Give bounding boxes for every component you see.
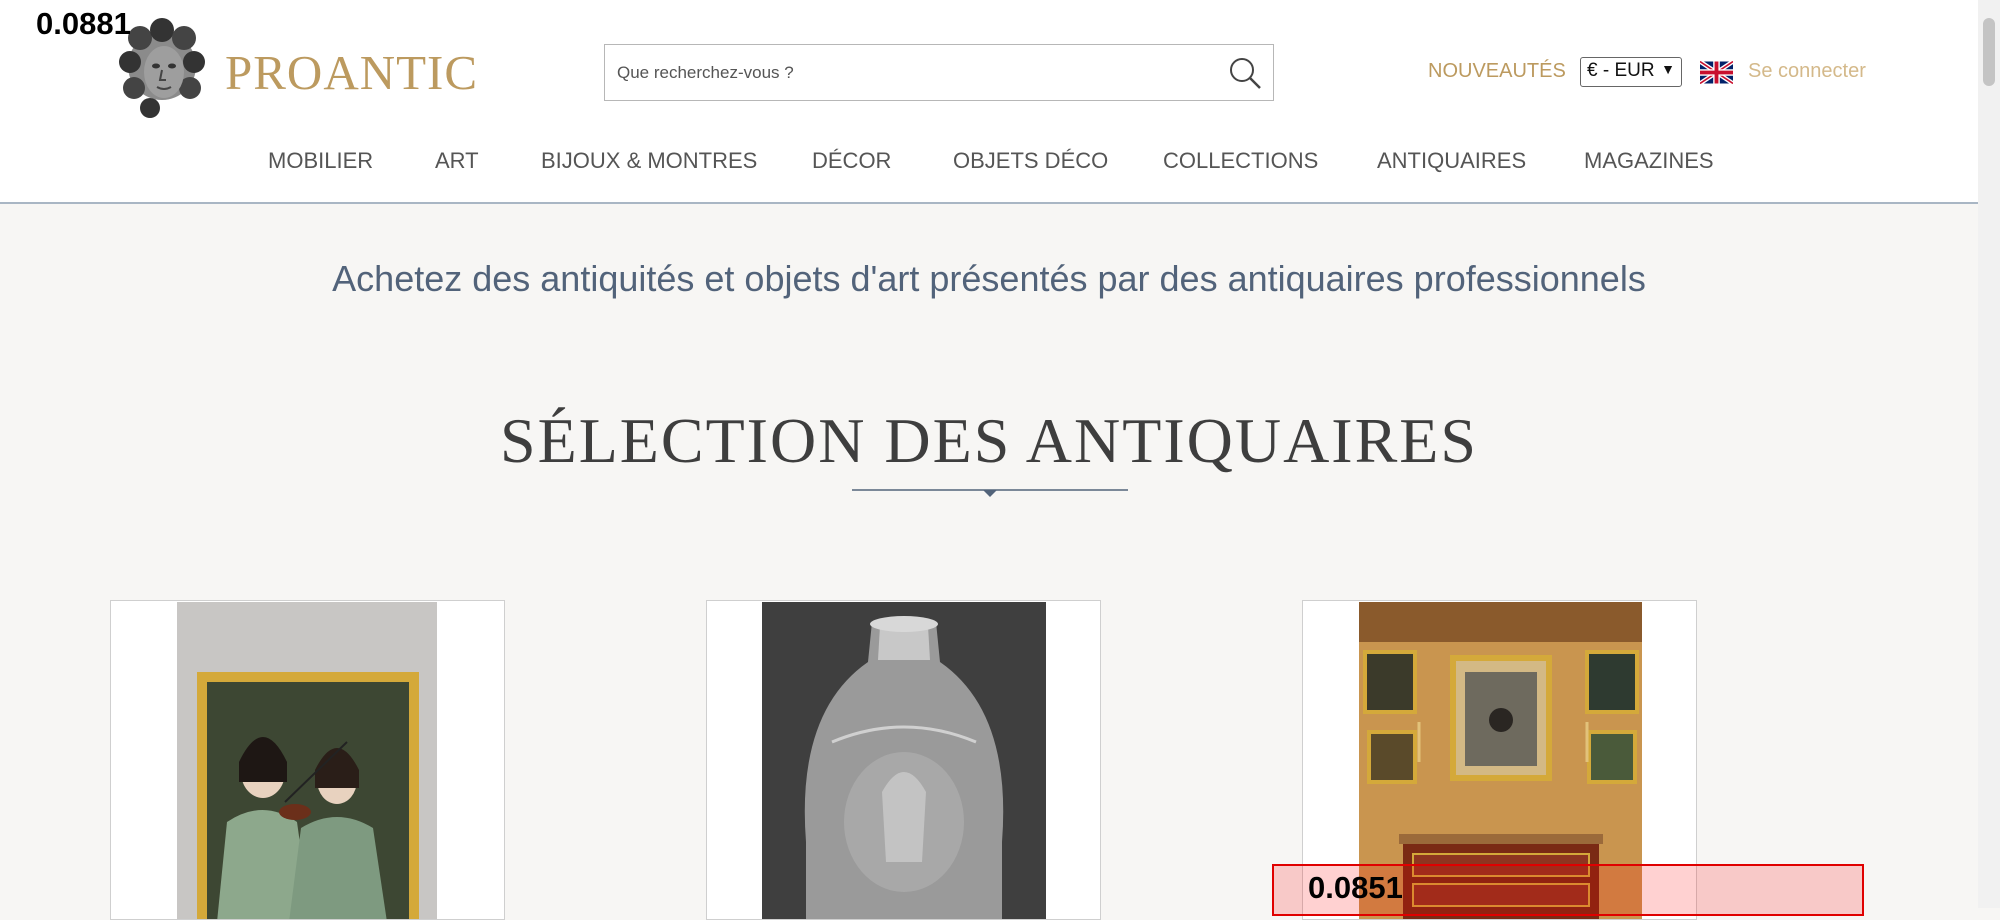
product-card-vase[interactable] <box>706 600 1101 920</box>
main-nav: MOBILIER ART BIJOUX & MONTRES DÉCOR OBJE… <box>0 148 1978 178</box>
nav-item-magazines[interactable]: MAGAZINES <box>1584 148 1714 174</box>
page-tagline: Achetez des antiquités et objets d'art p… <box>332 258 1646 299</box>
scrollbar-thumb[interactable] <box>1983 18 1995 86</box>
uk-flag-icon[interactable] <box>1700 60 1733 85</box>
search-input[interactable] <box>615 45 1179 101</box>
site-logo-text[interactable]: PROANTIC <box>225 44 478 101</box>
vase-image[interactable] <box>762 602 1046 920</box>
search-box <box>604 44 1274 101</box>
login-link[interactable]: Se connecter <box>1748 60 1866 83</box>
score-label-bottom: 0.0851 <box>1308 870 1403 905</box>
product-card-painting[interactable] <box>110 600 505 920</box>
score-label-top: 0.0881 <box>36 6 131 41</box>
section-title: SÉLECTION DES ANTIQUAIRES <box>500 405 1478 476</box>
chevron-down-icon: ▼ <box>1661 61 1675 77</box>
nav-item-objets-deco[interactable]: OBJETS DÉCO <box>953 148 1108 174</box>
nav-item-bijoux-montres[interactable]: BIJOUX & MONTRES <box>541 148 757 174</box>
painting-image[interactable] <box>177 602 437 920</box>
nav-item-antiquaires[interactable]: ANTIQUAIRES <box>1377 148 1526 174</box>
currency-select[interactable]: € - EUR ▼ <box>1580 57 1682 87</box>
nav-item-decor[interactable]: DÉCOR <box>812 148 891 174</box>
score-highlight-box: 0.0851 <box>1272 864 1864 916</box>
nav-item-collections[interactable]: COLLECTIONS <box>1163 148 1318 174</box>
nav-item-mobilier[interactable]: MOBILIER <box>268 148 373 174</box>
currency-value: € - EUR <box>1587 60 1655 81</box>
page-scrollbar[interactable] <box>1978 0 2000 908</box>
nouveautes-link[interactable]: NOUVEAUTÉS <box>1428 60 1566 83</box>
search-icon[interactable] <box>1227 55 1263 91</box>
nav-item-art[interactable]: ART <box>435 148 479 174</box>
site-header: PROANTIC NOUVEAUTÉS € - EUR ▼ Se connect… <box>0 0 1978 204</box>
title-divider <box>852 489 1128 497</box>
